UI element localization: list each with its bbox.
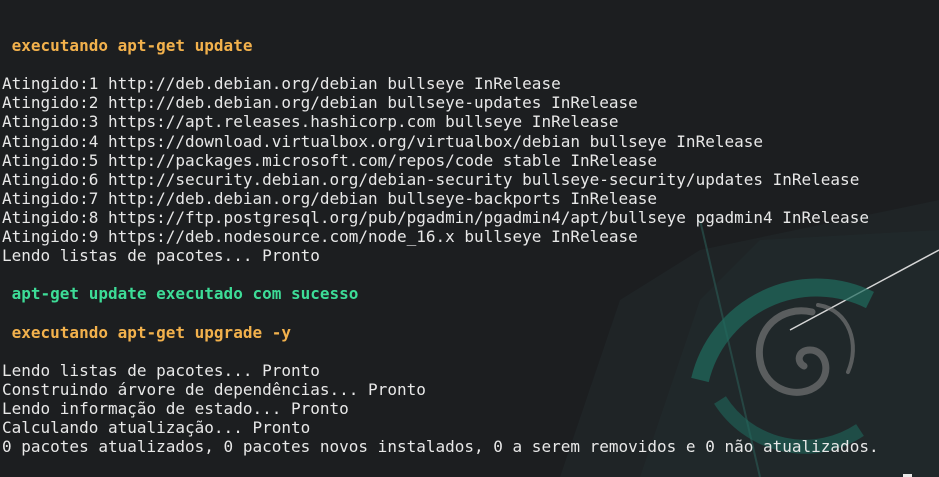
output-line: Construindo árvore de dependências... Pr… xyxy=(2,379,426,399)
output-line: Calculando atualização... Pronto xyxy=(2,417,311,437)
output-line: Atingido:8 https://ftp.postgresql.org/pu… xyxy=(2,207,869,227)
terminal-output: executando apt-get update Atingido:1 http… xyxy=(0,0,939,477)
output-line: 0 pacotes atualizados, 0 pacotes novos i… xyxy=(2,437,879,457)
output-line: Atingido:6 http://security.debian.org/de… xyxy=(2,169,860,189)
terminal-window[interactable]: executando apt-get update Atingido:1 http… xyxy=(0,0,939,477)
output-line: Lendo informação de estado... Pronto xyxy=(2,398,349,418)
status-header-line: executando apt-get update xyxy=(2,36,253,56)
status-header-line: executando apt-get upgrade -y xyxy=(2,322,291,342)
output-line: Atingido:9 https://deb.nodesource.com/no… xyxy=(2,227,638,247)
status-header-line: apt-get update executado com sucesso xyxy=(2,284,359,304)
output-line: Lendo listas de pacotes... Pronto xyxy=(2,246,320,266)
output-line: Atingido:3 https://apt.releases.hashicor… xyxy=(2,112,619,132)
output-line: Atingido:5 http://packages.microsoft.com… xyxy=(2,150,658,170)
output-line: Atingido:7 http://deb.debian.org/debian … xyxy=(2,188,658,208)
output-line: Atingido:1 http://deb.debian.org/debian … xyxy=(2,74,561,94)
output-line: Lendo listas de pacotes... Pronto xyxy=(2,360,320,380)
output-line: Atingido:2 http://deb.debian.org/debian … xyxy=(2,93,638,113)
output-line: Atingido:4 https://download.virtualbox.o… xyxy=(2,131,763,151)
